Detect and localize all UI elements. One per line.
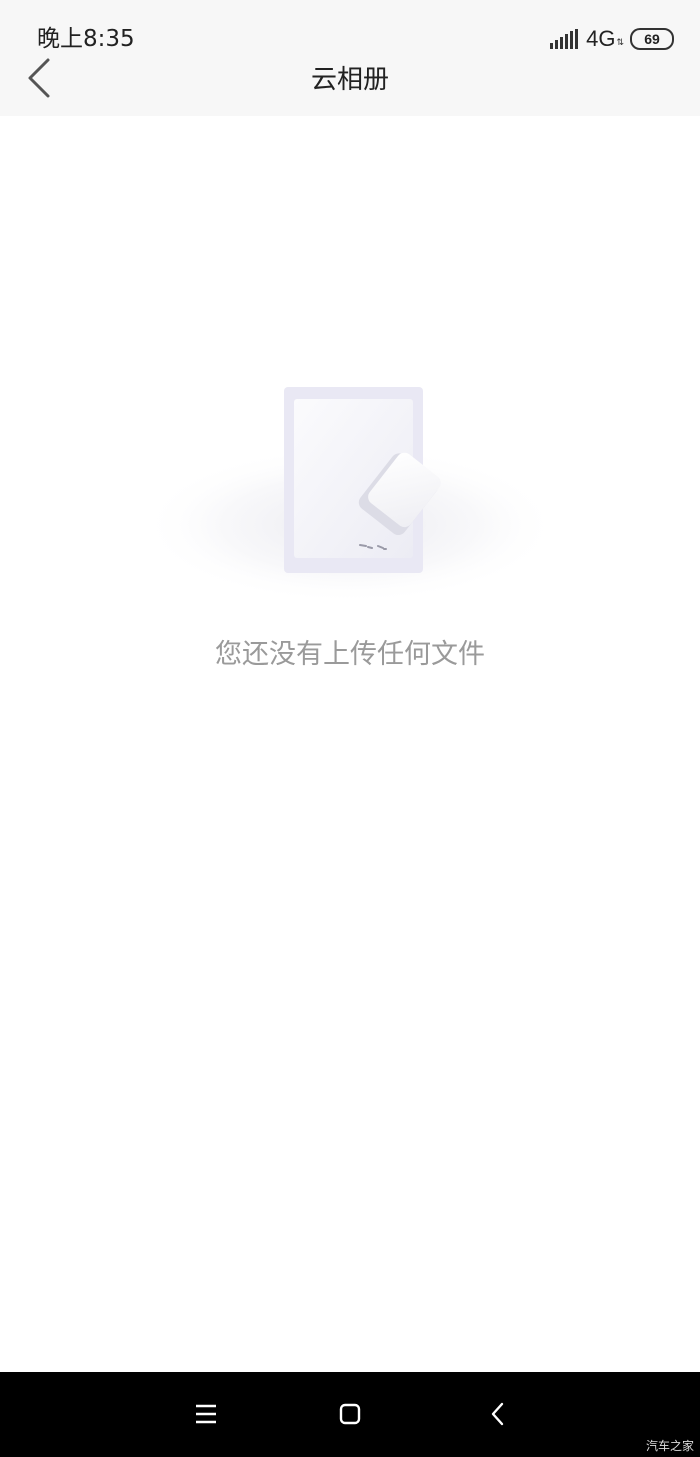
empty-message: 您还没有上传任何文件 (215, 639, 485, 670)
signal-icon (550, 29, 579, 49)
watermark: 汽车之家 (645, 1439, 694, 1453)
menu-icon (196, 1404, 216, 1424)
battery-icon: 69 (630, 28, 674, 50)
back-icon (491, 1402, 504, 1426)
home-icon (339, 1403, 361, 1425)
top-bar: 晚上8:35 4G ⇅ 69 云相册 (0, 0, 700, 116)
recent-apps-button[interactable] (186, 1394, 226, 1434)
system-nav-bar: 汽车之家 (0, 1372, 700, 1457)
network-arrows-icon: ⇅ (616, 38, 624, 48)
empty-document-eraser-icon (140, 380, 560, 610)
battery-level: 69 (644, 31, 660, 47)
nav-back-button[interactable] (478, 1394, 518, 1434)
status-time: 晚上8:35 (37, 26, 135, 52)
page-title: 云相册 (310, 65, 389, 95)
network-type: 4G (586, 26, 616, 51)
home-button[interactable] (330, 1394, 370, 1434)
status-indicators: 4G ⇅ 69 (550, 24, 674, 54)
